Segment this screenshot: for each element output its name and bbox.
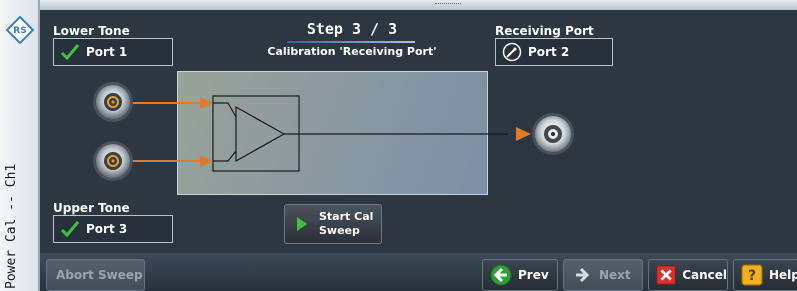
cancel-button[interactable]: Cancel	[648, 259, 728, 291]
cancel-label: Cancel	[682, 268, 727, 282]
arrow-left-icon	[490, 264, 512, 286]
prev-label: Prev	[518, 268, 549, 282]
start-cal-sweep-button[interactable]: Start Cal Sweep	[284, 204, 382, 244]
arrow-right-icon	[576, 267, 590, 283]
svg-text:?: ?	[748, 268, 756, 284]
prev-button[interactable]: Prev	[482, 259, 558, 291]
start-button-line1: Start Cal	[319, 210, 374, 223]
upper-tone-header: Upper Tone	[53, 201, 130, 215]
device-diagram	[177, 71, 488, 195]
close-icon	[656, 265, 676, 285]
next-button[interactable]: Next	[563, 259, 643, 291]
next-label: Next	[599, 268, 631, 282]
abort-sweep-button[interactable]: Abort Sweep	[46, 259, 145, 291]
start-button-line2: Sweep	[319, 224, 360, 237]
abort-sweep-label: Abort Sweep	[56, 268, 143, 282]
help-button[interactable]: ? Help	[733, 259, 797, 291]
upper-tone-port-selector[interactable]: Port 3	[53, 215, 173, 243]
help-label: Help	[769, 268, 797, 282]
play-icon	[297, 217, 307, 231]
checkmark-icon	[60, 221, 80, 238]
help-icon: ?	[741, 264, 763, 286]
upper-tone-port-label: Port 3	[86, 222, 128, 236]
